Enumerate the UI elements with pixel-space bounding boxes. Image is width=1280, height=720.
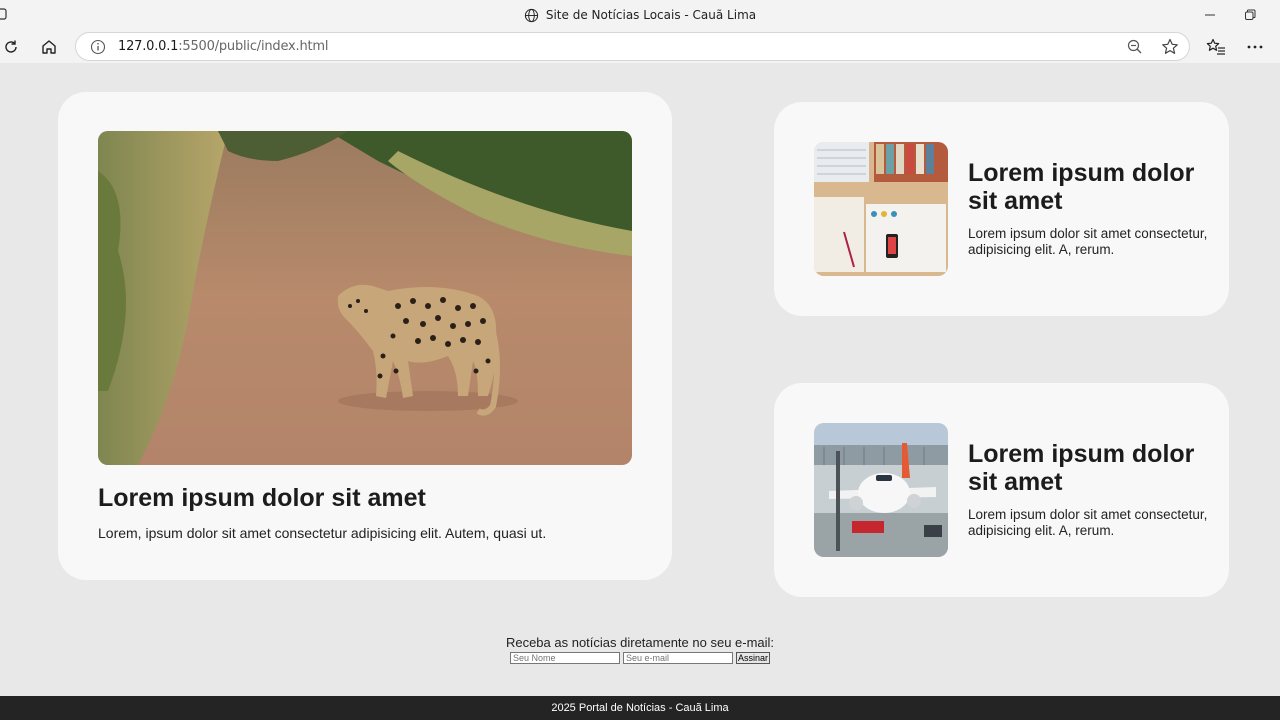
more-options-icon[interactable] (1244, 36, 1266, 58)
desk-image (814, 142, 948, 276)
url-text[interactable]: 127.0.0.1:5500/public/index.html (118, 39, 328, 54)
address-bar[interactable]: 127.0.0.1:5500/public/index.html (75, 32, 1190, 61)
restore-button[interactable] (1240, 5, 1260, 25)
subscribe-button[interactable]: Assinar (735, 652, 770, 664)
side-article-text: Lorem ipsum dolor sit amet consectetur, … (968, 226, 1208, 257)
main-article-title[interactable]: Lorem ipsum dolor sit amet (98, 484, 426, 513)
minimize-button[interactable] (1200, 5, 1220, 25)
footer: 2025 Portal de Notícias - Cauã Lima (0, 696, 1280, 720)
minimize-icon (1205, 14, 1215, 16)
name-field[interactable] (509, 652, 620, 664)
side-article-card[interactable]: Lorem ipsum dolor sit amet Lorem ipsum d… (774, 383, 1229, 597)
info-icon[interactable] (90, 39, 106, 55)
page-content: Lorem ipsum dolor sit amet Lorem, ipsum … (0, 63, 1280, 720)
side-article-text: Lorem ipsum dolor sit amet consectetur, … (968, 507, 1208, 538)
email-field[interactable] (622, 652, 733, 664)
side-article-card[interactable]: Lorem ipsum dolor sit amet Lorem ipsum d… (774, 102, 1229, 316)
main-article-card[interactable]: Lorem ipsum dolor sit amet Lorem, ipsum … (58, 92, 672, 580)
airplane-image (814, 423, 948, 557)
window-title: Site de Notícias Locais - Cauã Lima (545, 8, 757, 22)
newsletter-form: Assinar (0, 652, 1280, 664)
favorites-icon[interactable] (1205, 36, 1227, 58)
reload-icon (5, 40, 17, 53)
newsletter-section: Receba as notícias diretamente no seu e-… (0, 635, 1280, 664)
side-article-title[interactable]: Lorem ipsum dolor sit amet (968, 440, 1208, 496)
leopard-image (98, 131, 632, 465)
side-article-image[interactable] (814, 423, 948, 557)
home-button[interactable] (38, 36, 60, 58)
newsletter-label: Receba as notícias diretamente no seu e-… (505, 635, 775, 650)
favorite-star-icon[interactable] (1160, 37, 1180, 57)
main-article-image[interactable] (98, 131, 632, 465)
restore-icon (1245, 9, 1256, 20)
reload-button[interactable] (0, 36, 22, 58)
main-article-text: Lorem, ipsum dolor sit amet consectetur … (98, 525, 547, 541)
side-article-image[interactable] (814, 142, 948, 276)
zoom-out-icon[interactable] (1126, 38, 1144, 56)
footer-text: 2025 Portal de Notícias - Cauã Lima (551, 702, 729, 714)
browser-titlebar: Site de Notícias Locais - Cauã Lima (0, 0, 1280, 30)
side-article-title[interactable]: Lorem ipsum dolor sit amet (968, 159, 1208, 215)
home-icon (42, 40, 56, 54)
globe-icon (524, 8, 538, 22)
browser-toolbar: 127.0.0.1:5500/public/index.html (0, 30, 1280, 63)
